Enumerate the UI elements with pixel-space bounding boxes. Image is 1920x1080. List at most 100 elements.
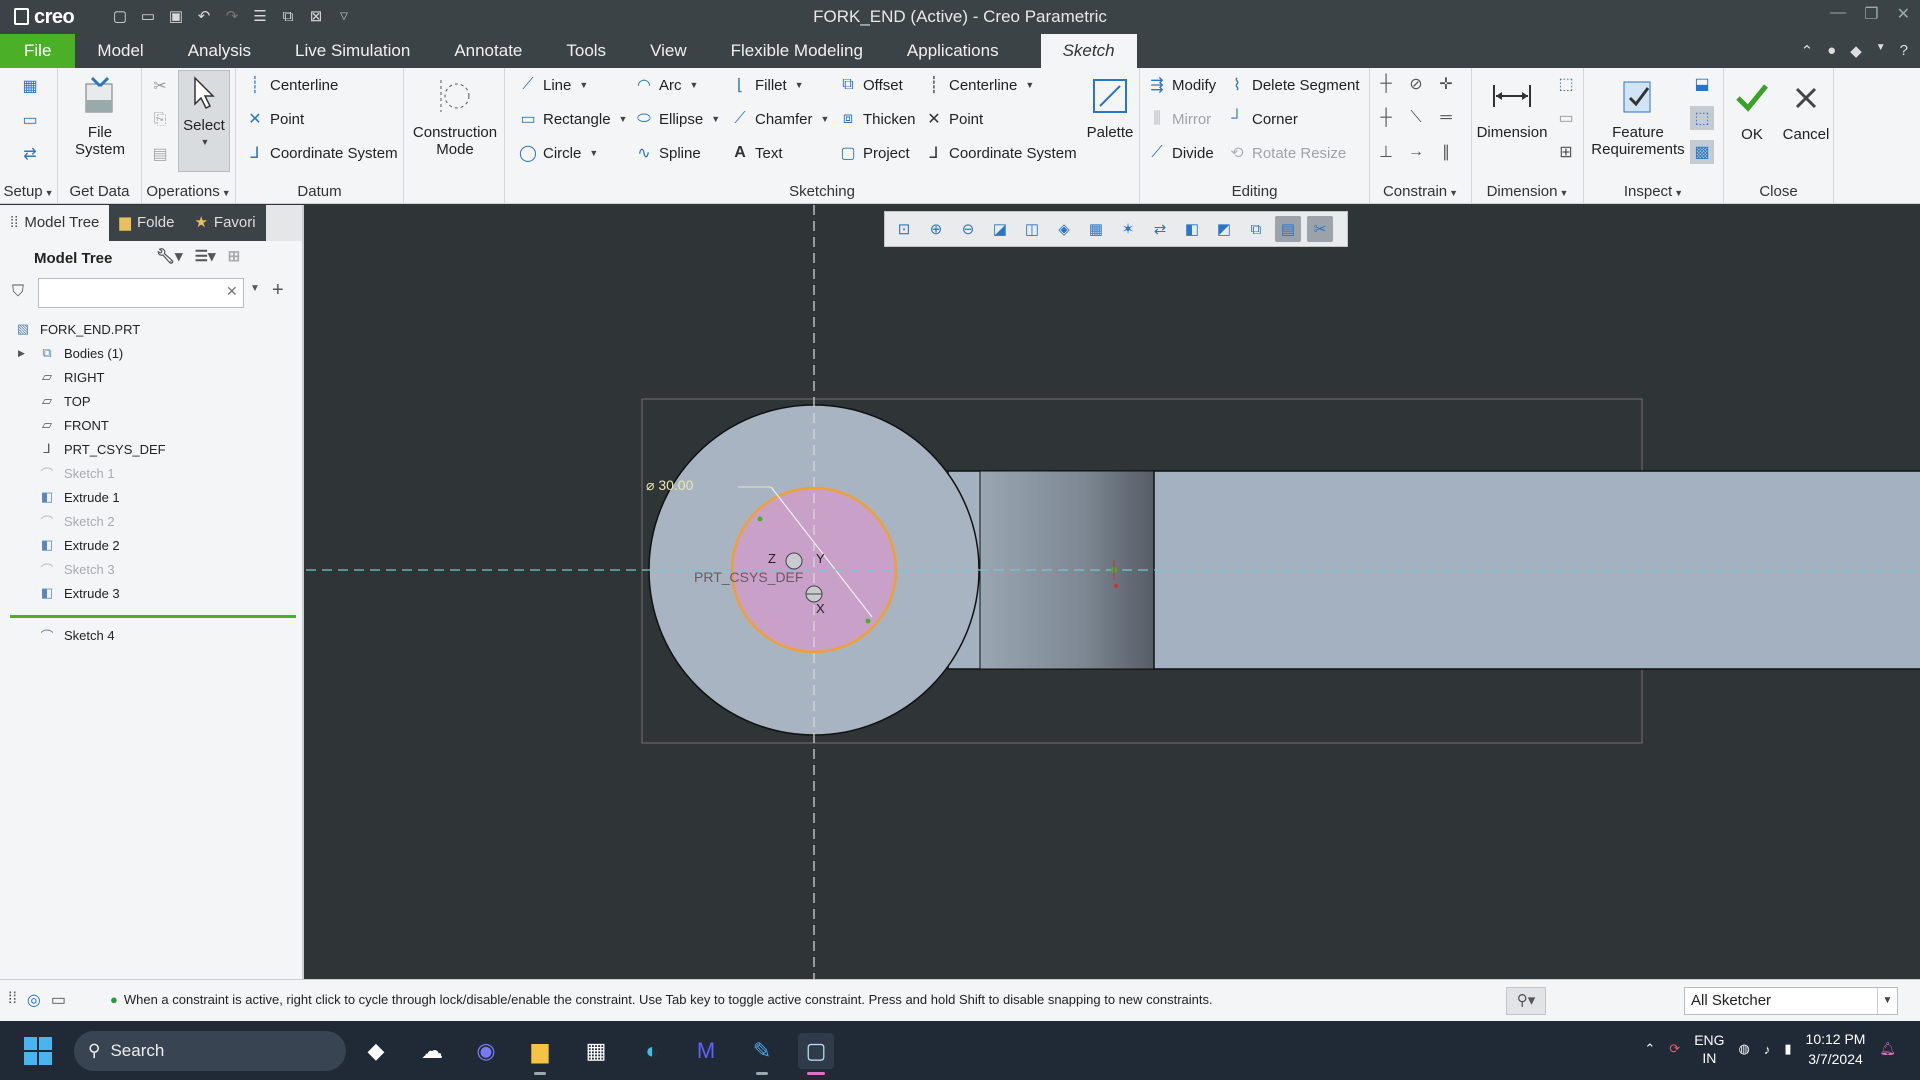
tree-item-csys[interactable]: ⅃ PRT_CSYS_DEF	[0, 437, 300, 461]
tree-item-sketch-1[interactable]: ⌒ Sketch 1	[0, 461, 300, 485]
dimension-button[interactable]: Dimension	[1474, 74, 1550, 141]
perspective-icon[interactable]: ✶	[1115, 216, 1141, 242]
ok-button[interactable]: OK	[1728, 76, 1776, 143]
network-icon[interactable]: ◍	[1739, 1041, 1750, 1057]
tab-model-tree[interactable]: ⁞⁞ Model Tree	[0, 205, 110, 241]
spline-button[interactable]: ∿ Spline	[635, 144, 700, 163]
tree-item-extrude-1[interactable]: ◧ Extrude 1	[0, 485, 300, 509]
tab-file[interactable]: File	[0, 34, 76, 68]
tree-item-sketch-3[interactable]: ⌒ Sketch 3	[0, 557, 300, 581]
modify-button[interactable]: ⇶ Modify	[1148, 76, 1216, 95]
zoom-in-icon[interactable]: ⊕	[923, 216, 949, 242]
delete-segment-button[interactable]: ⌇ Delete Segment	[1228, 76, 1359, 95]
graphics-area[interactable]: ⌀ 30.00 Z Y X PRT_CSYS_DEF ⊡ ⊕ ⊖ ◪ ◫ ◈ ▦…	[306, 205, 1920, 979]
tab-analysis[interactable]: Analysis	[166, 34, 273, 68]
sketch-canvas[interactable]	[306, 205, 1920, 979]
tree-search-input[interactable]	[38, 278, 244, 308]
highlight-open-ends-icon[interactable]: ⬚	[1690, 106, 1714, 130]
paint-app-icon[interactable]: ✎	[744, 1033, 780, 1075]
expand-icon[interactable]: ▶	[18, 348, 25, 359]
store-app-icon[interactable]: ▦	[578, 1033, 614, 1069]
diameter-dimension[interactable]: ⌀ 30.00	[646, 477, 693, 494]
datum-display-icon[interactable]: ⇄	[1147, 216, 1173, 242]
mathcad-app-icon[interactable]: M	[688, 1033, 724, 1069]
paste-icon[interactable]: ▤	[148, 142, 172, 166]
tab-sketch[interactable]: Sketch	[1040, 34, 1137, 68]
sketch-centerline-button[interactable]: ┊ Centerline ▼	[925, 76, 1034, 95]
perpendicular-constraint-icon[interactable]: ⊥	[1374, 140, 1398, 164]
corner-button[interactable]: ┘ Corner	[1228, 110, 1298, 128]
repaint-icon[interactable]: ◪	[987, 216, 1013, 242]
clear-search-icon[interactable]: ✕	[226, 283, 238, 300]
references-icon[interactable]: ⇄	[18, 142, 42, 166]
insert-here-line[interactable]	[10, 615, 296, 618]
file-system-button[interactable]: File System	[72, 74, 128, 158]
copilot-app-icon[interactable]: ◆	[358, 1033, 394, 1069]
rotate-resize-button[interactable]: ⟲ Rotate Resize	[1228, 144, 1346, 163]
cancel-button[interactable]: Cancel	[1780, 76, 1832, 143]
language-indicator[interactable]: ENG IN	[1694, 1031, 1724, 1067]
datum-csys-button[interactable]: ⅃ Coordinate System	[246, 144, 398, 163]
sketch-csys-button[interactable]: ⅃ Coordinate System	[925, 144, 1077, 163]
spin-center-icon[interactable]: ◩	[1211, 216, 1237, 242]
rectangle-button[interactable]: ▭ Rectangle ▼	[519, 110, 627, 129]
shade-closed-loops-icon[interactable]: ▩	[1690, 140, 1714, 164]
view-manager-icon[interactable]: ▦	[1083, 216, 1109, 242]
parallel-constraint-icon[interactable]: ∥	[1434, 140, 1458, 164]
sketch-view-icon[interactable]: ▭	[18, 108, 42, 132]
search-dropdown-icon[interactable]: ▼	[250, 283, 260, 294]
tree-item-right[interactable]: ▱ RIGHT	[0, 365, 300, 389]
ellipse-button[interactable]: ⬭ Ellipse ▼	[635, 110, 720, 128]
browser-icon[interactable]: ◎	[27, 990, 41, 1010]
tree-item-top[interactable]: ▱ TOP	[0, 389, 300, 413]
refit-icon[interactable]: ⊡	[891, 216, 917, 242]
tab-applications[interactable]: Applications	[885, 34, 1021, 68]
feature-requirements-button[interactable]: Feature Requirements	[1590, 74, 1686, 158]
zoom-out-icon[interactable]: ⊖	[955, 216, 981, 242]
divide-button[interactable]: ⟋ Divide	[1148, 144, 1213, 162]
tab-folder-browser[interactable]: ▆ Folde	[109, 205, 185, 241]
tree-item-extrude-2[interactable]: ◧ Extrude 2	[0, 533, 300, 557]
filter-tree-icon[interactable]: ⊞	[228, 247, 241, 265]
tab-tools[interactable]: Tools	[544, 34, 628, 68]
start-button[interactable]	[24, 1037, 52, 1069]
tab-view[interactable]: View	[628, 34, 709, 68]
find-button[interactable]: ⚲▾	[1506, 987, 1546, 1015]
perimeter-icon[interactable]: ▭	[1554, 106, 1578, 130]
construction-mode-button[interactable]: Construction Mode	[408, 74, 502, 158]
settings-icon[interactable]: 🔧︎▾	[156, 247, 183, 265]
file-explorer-icon[interactable]: ▆	[522, 1033, 558, 1075]
show-hidden-icons[interactable]: ⌃	[1644, 1041, 1655, 1057]
sync-icon[interactable]: ⟳	[1669, 1041, 1680, 1057]
sketch-point-button[interactable]: ✕ Point	[925, 110, 983, 129]
tab-favorites[interactable]: ★ Favori	[184, 205, 266, 241]
tangent-constraint-icon[interactable]: ⊘	[1404, 72, 1428, 96]
horizontal-constraint-icon[interactable]: ┼	[1374, 106, 1398, 130]
cloud-app-icon[interactable]: ☁	[414, 1033, 450, 1069]
arc-button[interactable]: ◠ Arc ▼	[635, 76, 698, 95]
overlapping-geometry-icon[interactable]: ⬓	[1690, 72, 1714, 96]
navigator-icon[interactable]: ⁞⁞	[8, 990, 17, 1010]
minimize-icon[interactable]: —	[1830, 4, 1846, 24]
saved-orientations-icon[interactable]: ◈	[1051, 216, 1077, 242]
tree-item-extrude-3[interactable]: ◧ Extrude 3	[0, 581, 300, 605]
equal-constraint-icon[interactable]: ═	[1434, 106, 1458, 130]
taskbar-search[interactable]: ⚲ Search	[74, 1031, 346, 1071]
display-style-icon[interactable]: ◫	[1019, 216, 1045, 242]
tab-flexible-modeling[interactable]: Flexible Modeling	[709, 34, 885, 68]
coincident-constraint-icon[interactable]: ⟍	[1404, 106, 1428, 130]
project-button[interactable]: ▢ Project	[839, 144, 909, 163]
text-button[interactable]: A Text	[731, 144, 782, 162]
close-icon[interactable]: ✕	[1897, 4, 1910, 24]
chamfer-button[interactable]: ⟋ Chamfer ▼	[731, 110, 829, 128]
copy-icon[interactable]: ⎘	[148, 108, 172, 132]
collapse-ribbon-icon[interactable]: ⌃	[1801, 42, 1814, 60]
sketch-setup-icon[interactable]: ▦	[18, 74, 42, 98]
operations-label[interactable]: Operations ▼	[142, 183, 235, 200]
reference-dim-icon[interactable]: ⊞	[1554, 140, 1578, 164]
sketcher-display-icon[interactable]: ▤	[1275, 216, 1301, 242]
sketch-view-icon-2[interactable]: ⧉	[1243, 216, 1269, 242]
tab-model[interactable]: Model	[75, 34, 165, 68]
constrain-label[interactable]: Constrain ▼	[1370, 183, 1471, 200]
notification-bell-icon[interactable]: 🔔︎	[1879, 1041, 1896, 1057]
